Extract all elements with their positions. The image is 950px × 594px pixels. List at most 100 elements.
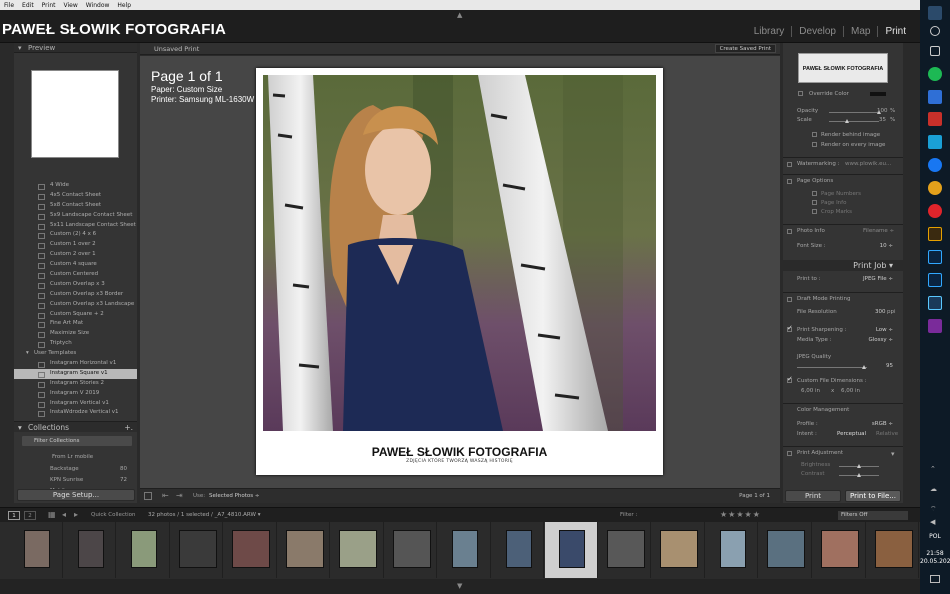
filmstrip-cell[interactable] — [599, 522, 652, 578]
template-item[interactable]: Triptych — [14, 339, 137, 349]
filmstrip-thumbnail[interactable] — [131, 530, 158, 568]
page-numbers-checkbox[interactable] — [812, 191, 817, 196]
template-item[interactable]: Custom Square + 2 — [14, 310, 137, 320]
filmstrip-cell[interactable] — [813, 522, 866, 578]
template-item[interactable]: Custom (2) 4 x 6 — [14, 230, 137, 240]
filmstrip-cell[interactable] — [224, 522, 277, 578]
collection-group[interactable]: From Lr mobile — [14, 451, 137, 463]
print-adjustment-chevron-icon[interactable]: ▾ — [891, 450, 895, 458]
windows-start-icon[interactable] — [928, 6, 942, 20]
notifications-icon[interactable] — [930, 575, 940, 583]
filmstrip-thumbnail[interactable] — [719, 530, 746, 568]
page-info-checkbox[interactable] — [812, 200, 817, 205]
filmstrip-cell[interactable] — [438, 522, 491, 578]
jpeg-quality-slider-knob[interactable] — [861, 365, 866, 369]
module-library[interactable]: Library — [747, 26, 785, 37]
search-icon[interactable] — [930, 26, 940, 36]
filmstrip-thumbnail[interactable] — [77, 530, 104, 568]
filmstrip-cell[interactable] — [64, 522, 117, 578]
back-icon[interactable]: ◂ — [62, 510, 66, 519]
menu-help[interactable]: Help — [117, 2, 131, 9]
filmstrip-thumbnail[interactable] — [232, 530, 271, 568]
filmstrip-cell[interactable] — [117, 522, 170, 578]
filmstrip-thumbnail[interactable] — [767, 530, 806, 568]
font-size-selector[interactable]: 10 ÷ — [880, 243, 893, 249]
scale-slider[interactable] — [829, 119, 879, 123]
template-item[interactable]: 5x11 Landscape Contact Sheet — [14, 221, 137, 231]
add-collection-icon[interactable]: +. — [124, 422, 133, 433]
template-item[interactable]: Instagram Stories 2 — [14, 379, 137, 389]
module-print[interactable]: Print — [877, 26, 906, 37]
template-item[interactable]: Instagram V 2019 — [14, 389, 137, 399]
lightroom-icon[interactable] — [928, 250, 942, 264]
template-item[interactable]: Custom Overlap x 3 — [14, 280, 137, 290]
messenger-icon[interactable] — [928, 158, 942, 172]
template-item[interactable]: Custom Overlap x3 Landscape — [14, 300, 137, 310]
template-item[interactable]: Custom Overlap x3 Border — [14, 290, 137, 300]
filmstrip-thumbnail[interactable] — [505, 530, 532, 568]
bridge-icon[interactable] — [928, 227, 942, 241]
spotify-icon[interactable] — [928, 67, 942, 81]
height-value[interactable]: 6,00 in — [841, 388, 860, 394]
show-all-icon[interactable] — [144, 492, 152, 500]
collections-panel-header[interactable]: Collections +. — [14, 421, 137, 433]
file-resolution-value[interactable]: 300 — [875, 309, 886, 315]
print-button[interactable]: Print — [785, 490, 841, 502]
app-icon[interactable] — [928, 135, 942, 149]
filmstrip-thumbnail[interactable] — [452, 530, 479, 568]
grid-view-icon[interactable]: ▦ — [48, 510, 56, 519]
photo-info-selector[interactable]: Filename ÷ — [863, 228, 894, 234]
template-item[interactable]: Fine Art Mat — [14, 319, 137, 329]
scale-slider-knob[interactable] — [844, 119, 849, 123]
template-item[interactable]: 5x8 Contact Sheet — [14, 201, 137, 211]
brightness-slider[interactable] — [839, 464, 879, 468]
filmstrip-thumbnail[interactable] — [874, 530, 913, 568]
collapse-top-icon[interactable]: ▲ — [457, 11, 462, 19]
render-behind-checkbox[interactable] — [812, 132, 817, 137]
print-sharpening-checkbox[interactable] — [787, 324, 793, 332]
identity-plate-preview[interactable]: PAWEŁ SŁOWIK FOTOGRAFIA — [798, 53, 888, 83]
filmstrip-cell[interactable] — [652, 522, 705, 578]
template-item[interactable]: 5x9 Landscape Contact Sheet — [14, 211, 137, 221]
page-setup-button[interactable]: Page Setup... — [17, 489, 135, 501]
forward-icon[interactable]: ▸ — [74, 510, 78, 519]
menu-view[interactable]: View — [63, 2, 77, 9]
filmstrip-thumbnail[interactable] — [559, 530, 586, 568]
contrast-slider[interactable] — [839, 473, 879, 477]
module-develop[interactable]: Develop — [791, 26, 836, 37]
quick-collection-link[interactable]: Quick Collection — [91, 512, 136, 518]
task-view-icon[interactable] — [930, 46, 940, 56]
create-saved-print-button[interactable]: Create Saved Print — [714, 44, 776, 53]
contrast-slider-knob[interactable] — [857, 473, 861, 477]
template-item[interactable]: Maximize Size — [14, 329, 137, 339]
template-item[interactable]: 4 Wide — [14, 181, 137, 191]
menu-file[interactable]: File — [4, 2, 14, 9]
filmstrip-thumbnail[interactable] — [660, 530, 699, 568]
filmstrip-thumbnail[interactable] — [392, 530, 431, 568]
window-1-button[interactable]: 1 — [8, 511, 20, 520]
onenote-icon[interactable] — [928, 319, 942, 333]
tray-chevron-icon[interactable]: ⌃ — [930, 465, 936, 473]
filmstrip-cell[interactable] — [278, 522, 331, 578]
rating-filter[interactable]: ★★★★★ — [720, 510, 761, 519]
filmstrip-cell[interactable] — [492, 522, 545, 578]
draft-mode-checkbox[interactable] — [787, 297, 792, 302]
menu-print[interactable]: Print — [42, 2, 56, 9]
filmstrip-thumbnail[interactable] — [339, 530, 378, 568]
cloud-icon[interactable]: ☁ — [930, 485, 937, 493]
template-item[interactable]: 4x5 Contact Sheet — [14, 191, 137, 201]
print-sharpening-selector[interactable]: Low ÷ — [876, 327, 893, 333]
wifi-icon[interactable]: ⌔ — [930, 505, 937, 514]
filter-collections-input[interactable]: Filter Collections — [22, 436, 132, 446]
intent-perceptual[interactable]: Perceptual — [837, 431, 866, 437]
filters-off-selector[interactable]: Filters Off — [838, 511, 908, 520]
print-job-panel-header[interactable]: Print Job ▾ — [783, 260, 903, 271]
override-color-swatch[interactable] — [870, 92, 886, 96]
photo-info-checkbox[interactable] — [787, 229, 792, 234]
jpeg-quality-value[interactable]: 95 — [886, 363, 893, 369]
collapse-bottom-icon[interactable]: ▼ — [457, 582, 462, 590]
language-indicator[interactable]: POL — [920, 533, 950, 540]
menu-edit[interactable]: Edit — [22, 2, 34, 9]
template-item[interactable]: InstaWdrodze Vertical v1 — [14, 408, 137, 418]
media-type-selector[interactable]: Glossy ÷ — [869, 337, 894, 343]
